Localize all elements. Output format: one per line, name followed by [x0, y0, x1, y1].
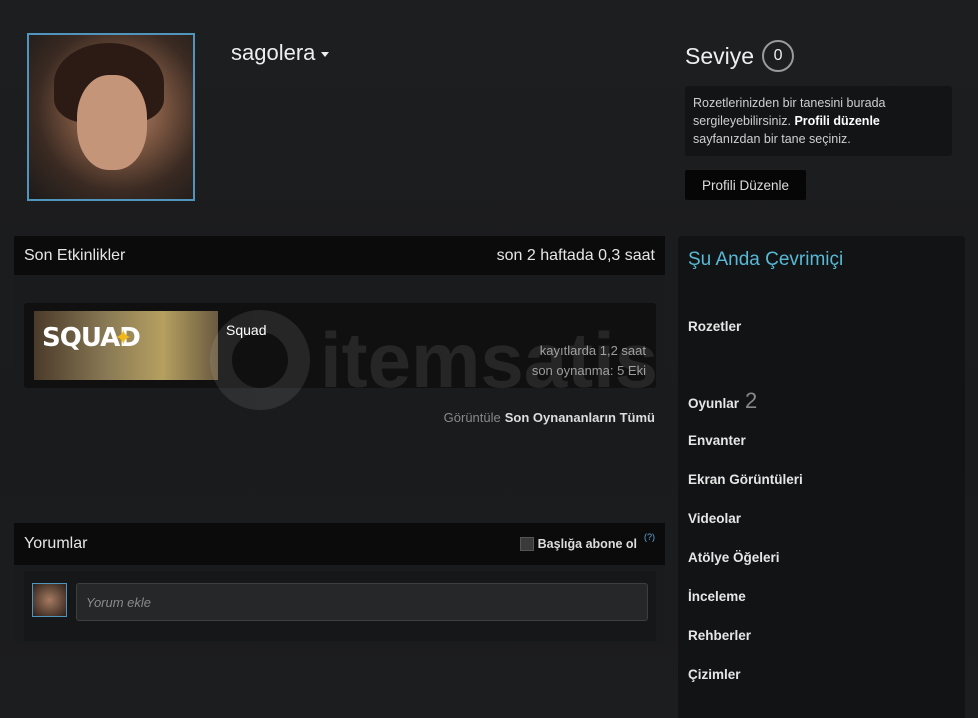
username-dropdown[interactable]: sagolera: [231, 40, 330, 66]
total-playtime: kayıtlarda 1,2 saat: [539, 343, 646, 358]
view-all-recent-link[interactable]: Son Oynananların Tümü: [505, 410, 655, 425]
level-display: Seviye 0: [685, 40, 795, 72]
username: sagolera: [231, 40, 316, 65]
sidebar-link-inventory[interactable]: Envanter: [688, 433, 746, 448]
last-played: son oynanma: 5 Eki: [531, 363, 646, 378]
info-text: sayfanızdan bir tane seçiniz.: [693, 132, 851, 146]
help-link[interactable]: (?): [644, 532, 655, 542]
commenter-avatar: [32, 583, 67, 617]
sidebar-link-artwork[interactable]: Çizimler: [688, 667, 741, 682]
subscribe-checkbox[interactable]: Başlığa abone ol (?): [519, 532, 655, 551]
comment-input[interactable]: [76, 583, 648, 621]
games-count: 2: [745, 388, 758, 413]
level-badge: 0: [762, 40, 795, 72]
playtime-summary: son 2 haftada 0,3 saat: [496, 246, 655, 264]
game-capsule-image[interactable]: SQUAD ✦: [34, 311, 218, 380]
game-row: SQUAD ✦ Squad kayıtlarda 1,2 saat son oyn…: [24, 303, 656, 388]
level-label: Seviye: [685, 42, 755, 69]
sidebar-link-guides[interactable]: Rehberler: [688, 628, 751, 643]
sidebar-link-games[interactable]: Oyunlar 2: [688, 388, 757, 414]
comments-panel: Yorumlar Başlığa abone ol (?): [14, 523, 665, 645]
sidebar-link-screenshots[interactable]: Ekran Görüntüleri: [688, 472, 803, 487]
chevron-down-icon: [321, 51, 330, 57]
badge-showcase-info: Rozetlerinizden bir tanesini burada serg…: [685, 86, 952, 156]
sidebar-link-videos[interactable]: Videolar: [688, 511, 741, 526]
squad-emblem-icon: ✦: [114, 325, 133, 350]
subscribe-label: Başlığa abone ol: [537, 537, 637, 551]
checkbox[interactable]: [519, 537, 534, 551]
profile-sidebar: Şu Anda Çevrimiçi Rozetler Oyunlar 2 Enva…: [678, 236, 965, 718]
view-label: Görüntüle: [443, 410, 501, 425]
recent-activity-panel: Son Etkinlikler son 2 haftada 0,3 saat SQ…: [14, 236, 665, 438]
panel-title: Son Etkinlikler: [24, 246, 126, 264]
game-name[interactable]: Squad: [226, 322, 266, 338]
sidebar-link-workshop[interactable]: Atölye Öğeleri: [688, 550, 780, 565]
profile-avatar: [27, 33, 195, 201]
edit-profile-button[interactable]: Profili Düzenle: [685, 170, 806, 200]
panel-title: Yorumlar: [24, 535, 88, 552]
online-status: Şu Anda Çevrimiçi: [688, 249, 844, 270]
edit-profile-link[interactable]: Profili düzenle: [794, 114, 879, 128]
sidebar-link-badges[interactable]: Rozetler: [688, 319, 741, 334]
sidebar-link-reviews[interactable]: İnceleme: [688, 589, 746, 604]
